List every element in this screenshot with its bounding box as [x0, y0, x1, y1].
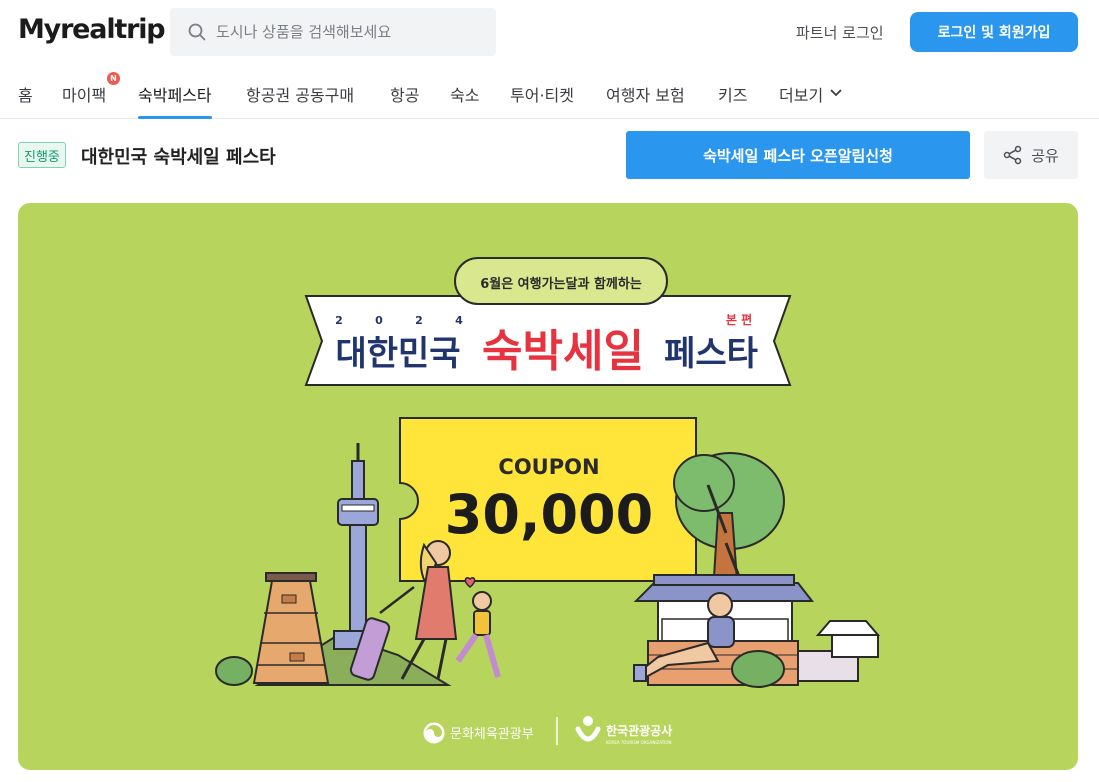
- status-badge: 진행중: [18, 142, 66, 168]
- child-running: [455, 576, 501, 678]
- nav-item-flight[interactable]: 항공: [390, 82, 419, 119]
- coupon-value: 30,000: [445, 483, 653, 546]
- headline-main: 숙박세일: [482, 326, 644, 377]
- logo[interactable]: Myrealtrip: [18, 14, 166, 45]
- partner-login-link[interactable]: 파트너 로그인: [796, 22, 884, 43]
- year-digit: 2: [415, 314, 423, 327]
- chevron-down-icon: [830, 89, 842, 97]
- share-icon: [1003, 145, 1022, 165]
- nav-item-kids[interactable]: 키즈: [718, 82, 747, 119]
- year-digit: 2: [335, 314, 343, 327]
- coupon-label: COUPON: [498, 455, 599, 479]
- share-button[interactable]: 공유: [984, 131, 1078, 179]
- main-nav: 홈 마이팩 숙박페스타 항공권 공동구매 항공 숙소 투어·티켓 여행자 보험 …: [0, 70, 1099, 119]
- share-label: 공유: [1031, 146, 1059, 165]
- sponsor-kto: 한국관광공사: [606, 723, 672, 738]
- open-notification-button[interactable]: 숙박세일 페스타 오픈알림신청: [626, 131, 970, 179]
- header: Myrealtrip 파트너 로그인 로그인 및 회원가입: [0, 0, 1099, 64]
- nav-item-home[interactable]: 홈: [18, 82, 33, 119]
- year-digit: 4: [455, 314, 463, 327]
- nav-item-group-flight[interactable]: 항공권 공동구매: [246, 82, 354, 119]
- bush-left: [215, 656, 253, 686]
- nav-item-more-label: 더보기: [779, 86, 824, 105]
- search-input[interactable]: [216, 23, 486, 41]
- headline-right: 페스타: [664, 334, 758, 374]
- nav-item-stay[interactable]: 숙소: [450, 82, 479, 119]
- nav-item-stay-festa[interactable]: 숙박페스타: [138, 82, 212, 119]
- kto-logo: [575, 716, 601, 742]
- banner-tagline: 6월은 여행가는달과 함께하는: [480, 276, 642, 292]
- new-badge: N: [107, 72, 120, 85]
- page-title: 대한민국 숙박세일 페스타: [81, 147, 276, 168]
- sponsor-kto-sub: KOREA TOURISM ORGANIZATION: [606, 740, 671, 745]
- nav-item-insurance[interactable]: 여행자 보험: [606, 82, 685, 119]
- banner-illustration: 6월은 여행가는달과 함께하는 2 0 2 4 대한민국 숙박세일 페스타 본 …: [215, 257, 881, 745]
- login-signup-button[interactable]: 로그인 및 회원가입: [910, 12, 1078, 52]
- ministry-logo: [423, 722, 445, 744]
- search-bar[interactable]: [170, 8, 496, 56]
- year-digit: 0: [375, 314, 383, 327]
- bush-right: [731, 650, 785, 688]
- nav-item-more[interactable]: 더보기: [779, 82, 843, 119]
- sponsor-ministry: 문화체육관광부: [450, 727, 534, 742]
- nav-item-tour-ticket[interactable]: 투어·티켓: [510, 82, 574, 119]
- festa-banner[interactable]: 6월은 여행가는달과 함께하는 2 0 2 4 대한민국 숙박세일 페스타 본 …: [18, 203, 1078, 770]
- headline-left: 대한민국: [335, 334, 460, 374]
- search-icon: [188, 23, 206, 41]
- brick-tower: [252, 572, 330, 684]
- edition-label: 본 편: [726, 312, 752, 327]
- nav-item-mypack[interactable]: 마이팩: [62, 82, 106, 119]
